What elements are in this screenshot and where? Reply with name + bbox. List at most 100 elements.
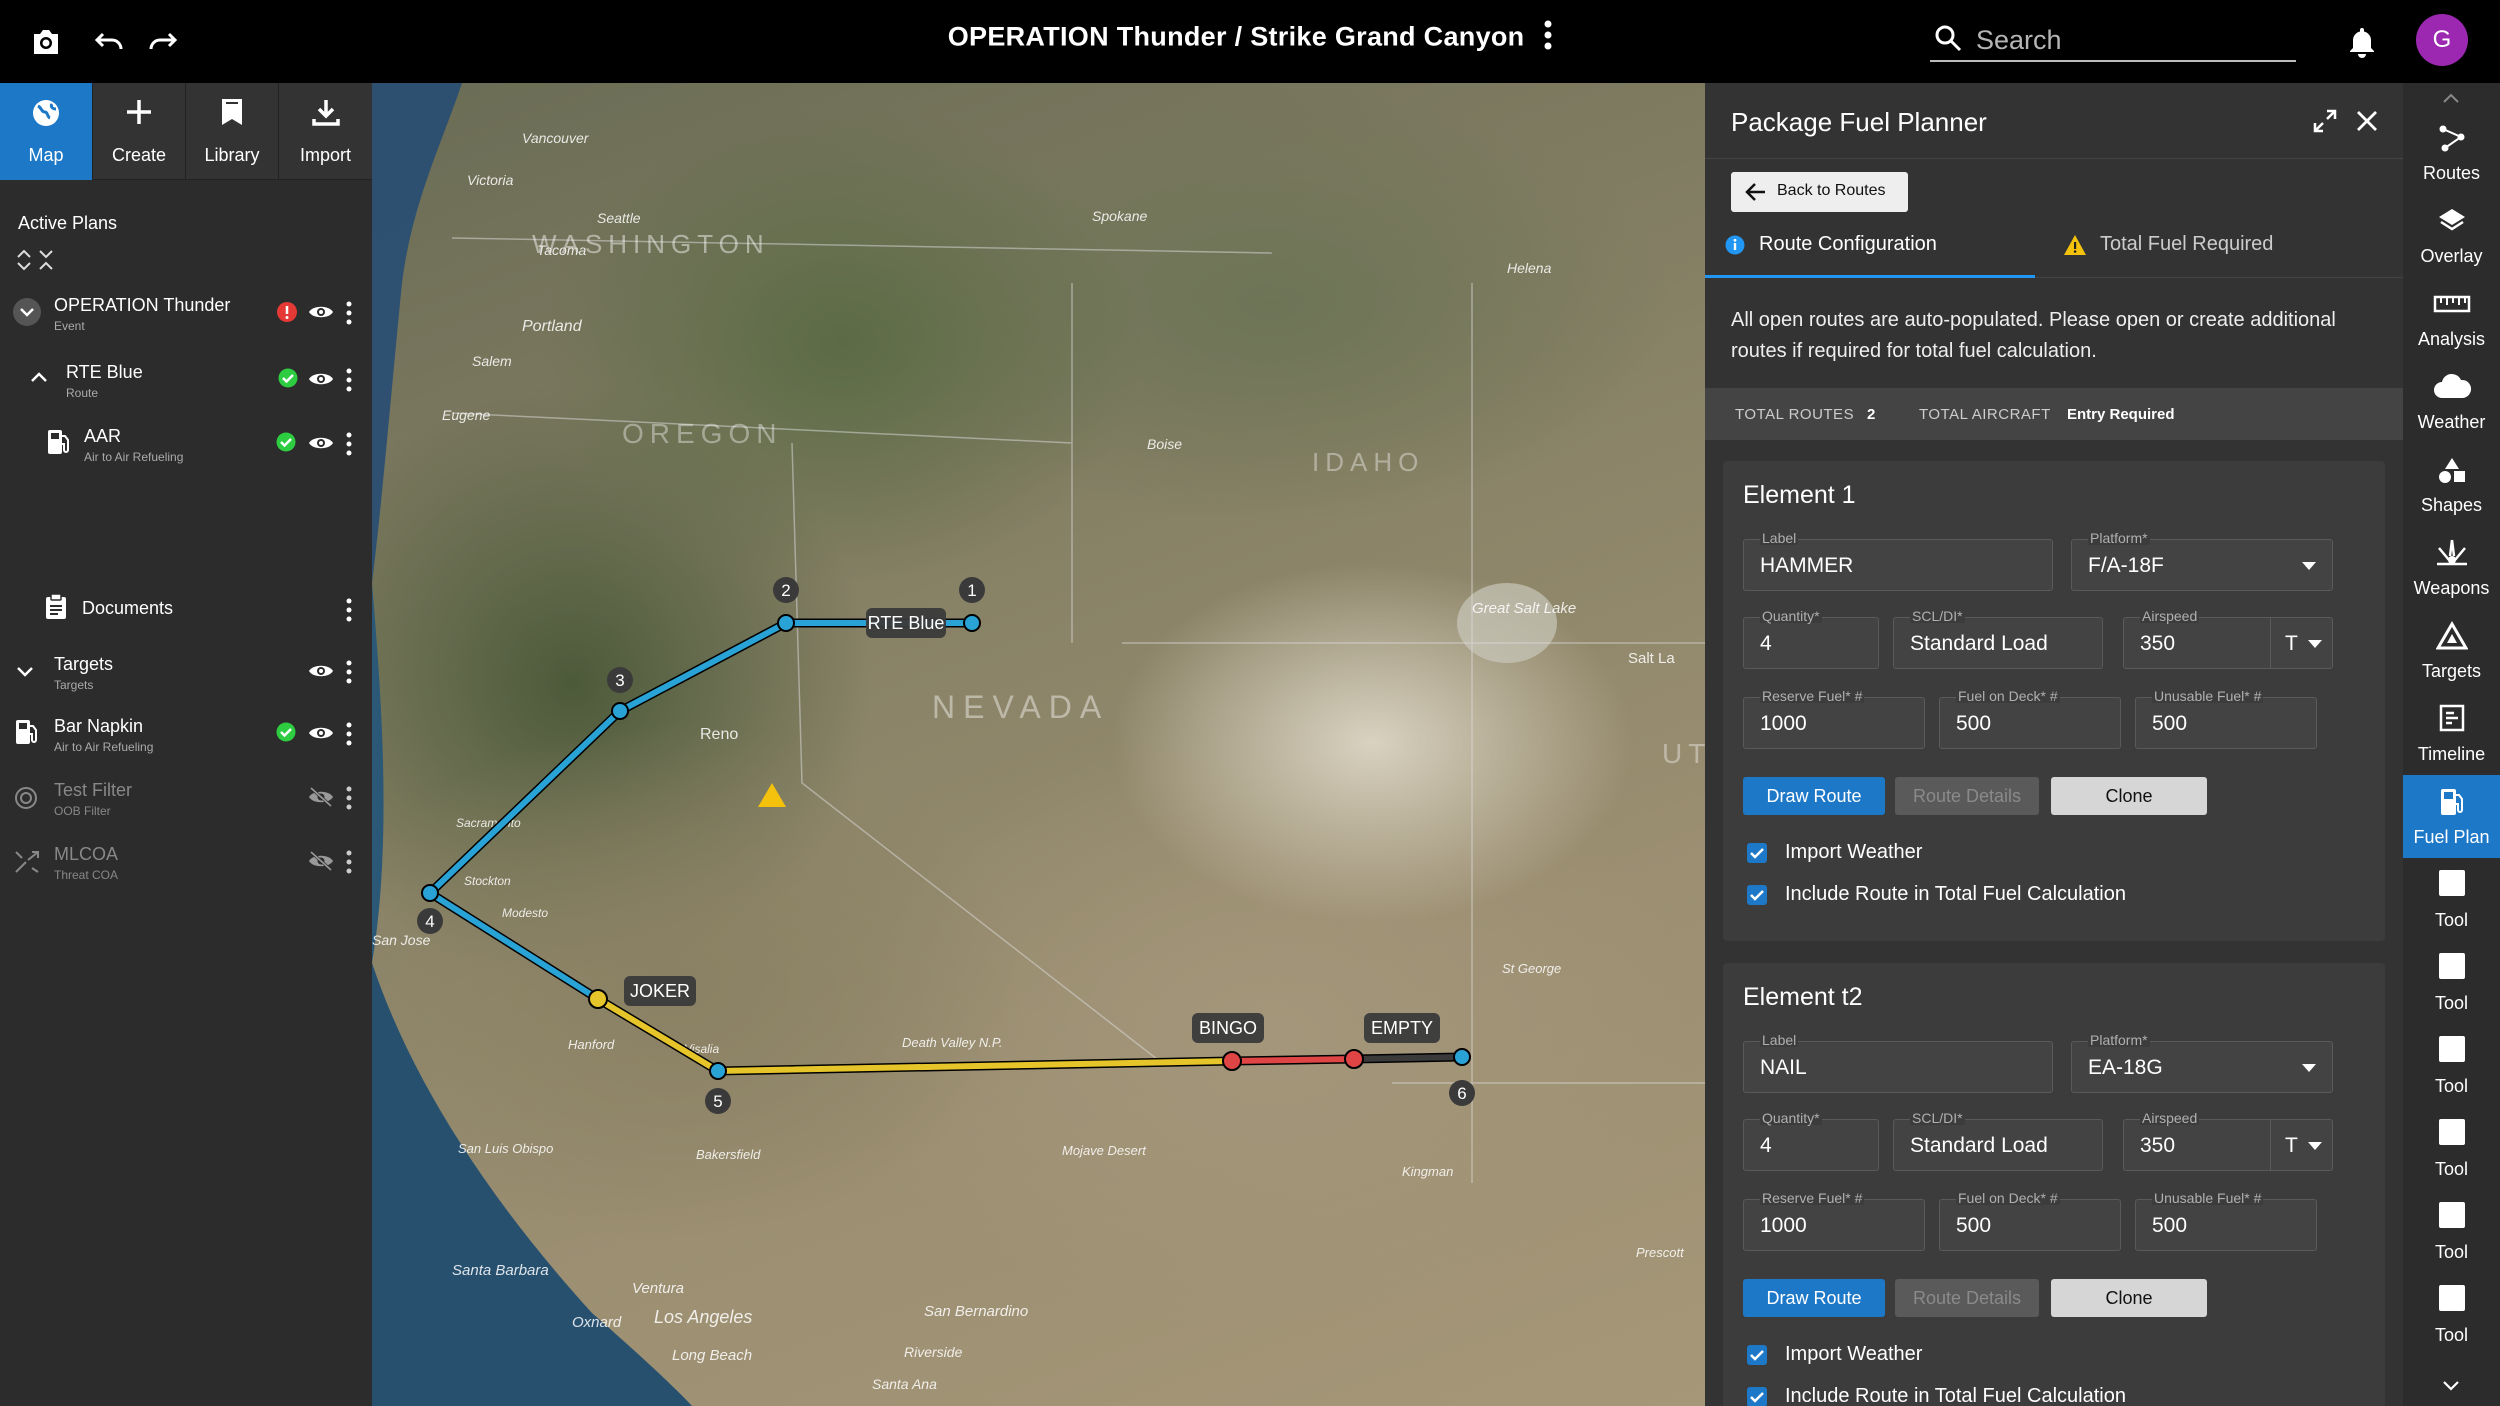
scl-field[interactable]: SCL/DI* Standard Load [1893, 609, 2103, 669]
plan-row-operation-thunder[interactable]: OPERATION Thunder Event [0, 289, 372, 349]
waypoint-node-2[interactable] [777, 614, 795, 632]
scl-field[interactable]: SCL/DI* Standard Load [1893, 1111, 2103, 1171]
tab-create[interactable]: Create [93, 83, 186, 180]
clone-button[interactable]: Clone [2051, 1279, 2207, 1317]
tab-map[interactable]: Map [0, 83, 93, 180]
tab-library[interactable]: Library [186, 83, 279, 180]
waypoint-node-5[interactable] [709, 1062, 727, 1080]
route-details-button[interactable]: Route Details [1895, 1279, 2039, 1317]
eye-icon[interactable] [308, 724, 334, 747]
import-weather-checkbox[interactable] [1747, 1345, 1767, 1365]
airspeed-unit-select[interactable]: T [2270, 618, 2332, 668]
plan-row-test-filter[interactable]: Test Filter OOB Filter [0, 774, 372, 834]
label-field[interactable]: Label HAMMER [1743, 531, 2053, 591]
tool-generic[interactable]: Tool [2403, 858, 2500, 941]
airspeed-field[interactable]: Airspeed 350 T [2123, 609, 2333, 669]
waypoint-node-6[interactable] [1453, 1048, 1471, 1066]
chevron-up-icon[interactable] [28, 366, 50, 393]
tool-routes[interactable]: Routes [2403, 111, 2500, 194]
quantity-field[interactable]: Quantity* 4 [1743, 1111, 1879, 1171]
platform-select[interactable]: Platform* F/A-18F [2071, 531, 2333, 591]
tab-import[interactable]: Import [279, 83, 372, 180]
waypoint-node-1[interactable] [963, 614, 981, 632]
more-vert-icon[interactable] [346, 786, 352, 815]
more-vert-icon[interactable] [1544, 20, 1552, 57]
bingo-node[interactable] [1222, 1051, 1242, 1071]
eye-off-icon[interactable] [308, 850, 334, 877]
expand-icon[interactable] [2313, 109, 2337, 138]
more-vert-icon[interactable] [346, 660, 352, 689]
waypoint-node-4[interactable] [421, 884, 439, 902]
fuel-on-deck-field[interactable]: Fuel on Deck* # 500 [1939, 1191, 2121, 1251]
tab-route-configuration[interactable]: Route Configuration [1705, 228, 2035, 278]
platform-select[interactable]: Platform* EA-18G [2071, 1033, 2333, 1093]
user-avatar[interactable]: G [2416, 14, 2468, 66]
route-details-button[interactable]: Route Details [1895, 777, 2039, 815]
reserve-fuel-field[interactable]: Reserve Fuel* # 1000 [1743, 1191, 1925, 1251]
tool-analysis[interactable]: Analysis [2403, 277, 2500, 360]
tab-total-fuel-required[interactable]: Total Fuel Required [2045, 228, 2375, 278]
unusable-fuel-field[interactable]: Unusable Fuel* # 500 [2135, 689, 2317, 749]
close-icon[interactable] [2355, 109, 2379, 138]
map-warning-icon[interactable] [758, 783, 786, 807]
route-segment-red[interactable] [1231, 1056, 1355, 1064]
more-vert-icon[interactable] [346, 301, 352, 330]
draw-route-button[interactable]: Draw Route [1743, 777, 1885, 815]
label-field[interactable]: Label NAIL [1743, 1033, 2053, 1093]
waypoint-node-3[interactable] [611, 702, 629, 720]
tool-weapons[interactable]: Weapons [2403, 526, 2500, 609]
clone-button[interactable]: Clone [2051, 777, 2207, 815]
quantity-field[interactable]: Quantity* 4 [1743, 609, 1879, 669]
tool-generic[interactable]: Tool [2403, 941, 2500, 1024]
more-vert-icon[interactable] [346, 432, 352, 461]
unusable-fuel-field[interactable]: Unusable Fuel* # 500 [2135, 1191, 2317, 1251]
eye-icon[interactable] [308, 662, 334, 685]
route-waypoints[interactable] [421, 614, 1471, 1080]
more-vert-icon[interactable] [346, 722, 352, 751]
empty-node[interactable] [1344, 1049, 1364, 1069]
draw-route-button[interactable]: Draw Route [1743, 1279, 1885, 1317]
tool-overlay[interactable]: Overlay [2403, 194, 2500, 277]
tool-generic[interactable]: Tool [2403, 1190, 2500, 1273]
eye-off-icon[interactable] [308, 786, 334, 813]
tool-timeline[interactable]: Timeline [2403, 692, 2500, 775]
include-route-checkbox[interactable] [1747, 1387, 1767, 1406]
map-canvas[interactable]: WASHINGTON OREGON IDAHO NEVADA UTA Vanco… [372, 83, 1705, 1406]
plan-row-aar[interactable]: AAR Air to Air Refueling [0, 420, 372, 480]
chevron-down-icon[interactable] [12, 297, 42, 332]
plan-row-targets[interactable]: Targets Targets [0, 646, 372, 706]
tool-generic[interactable]: Tool [2403, 1107, 2500, 1190]
more-vert-icon[interactable] [346, 598, 352, 627]
more-vert-icon[interactable] [346, 850, 352, 879]
airspeed-unit-select[interactable]: T [2270, 1120, 2332, 1170]
search-input[interactable]: Search [1930, 18, 2296, 62]
tool-generic[interactable]: Tool [2403, 1024, 2500, 1107]
tool-weather[interactable]: Weather [2403, 360, 2500, 443]
route-segment-grey[interactable] [1353, 1054, 1463, 1062]
import-weather-checkbox[interactable] [1747, 843, 1767, 863]
plan-row-bar-napkin[interactable]: Bar Napkin Air to Air Refueling [0, 710, 372, 770]
joker-node[interactable] [588, 989, 608, 1009]
reserve-fuel-field[interactable]: Reserve Fuel* # 1000 [1743, 689, 1925, 749]
tool-generic[interactable]: Tool [2403, 1273, 2500, 1356]
tool-shapes[interactable]: Shapes [2403, 443, 2500, 526]
expand-collapse-icon[interactable] [16, 249, 56, 274]
plan-row-rte-blue[interactable]: RTE Blue Route [0, 356, 372, 416]
chevron-down-icon[interactable] [14, 660, 36, 687]
more-vert-icon[interactable] [346, 368, 352, 397]
chevron-up-icon[interactable] [2441, 91, 2461, 109]
back-to-routes-button[interactable]: Back to Routes [1731, 172, 1908, 212]
tool-targets[interactable]: Targets [2403, 609, 2500, 692]
bell-icon[interactable] [2342, 22, 2382, 62]
fuel-on-deck-field[interactable]: Fuel on Deck* # 500 [1939, 689, 2121, 749]
include-route-checkbox[interactable] [1747, 885, 1767, 905]
airspeed-field[interactable]: Airspeed 350 T [2123, 1111, 2333, 1171]
plan-row-documents[interactable]: Documents [0, 584, 372, 644]
eye-icon[interactable] [308, 370, 334, 393]
tool-fuel-plan[interactable]: Fuel Plan [2403, 775, 2500, 858]
chevron-down-icon[interactable] [2441, 1379, 2461, 1397]
eye-icon[interactable] [308, 434, 334, 457]
plan-row-mlcoa[interactable]: MLCOA Threat COA [0, 838, 372, 898]
map-view[interactable]: WASHINGTON OREGON IDAHO NEVADA UTA Vanco… [372, 83, 1705, 1406]
eye-icon[interactable] [308, 303, 334, 326]
